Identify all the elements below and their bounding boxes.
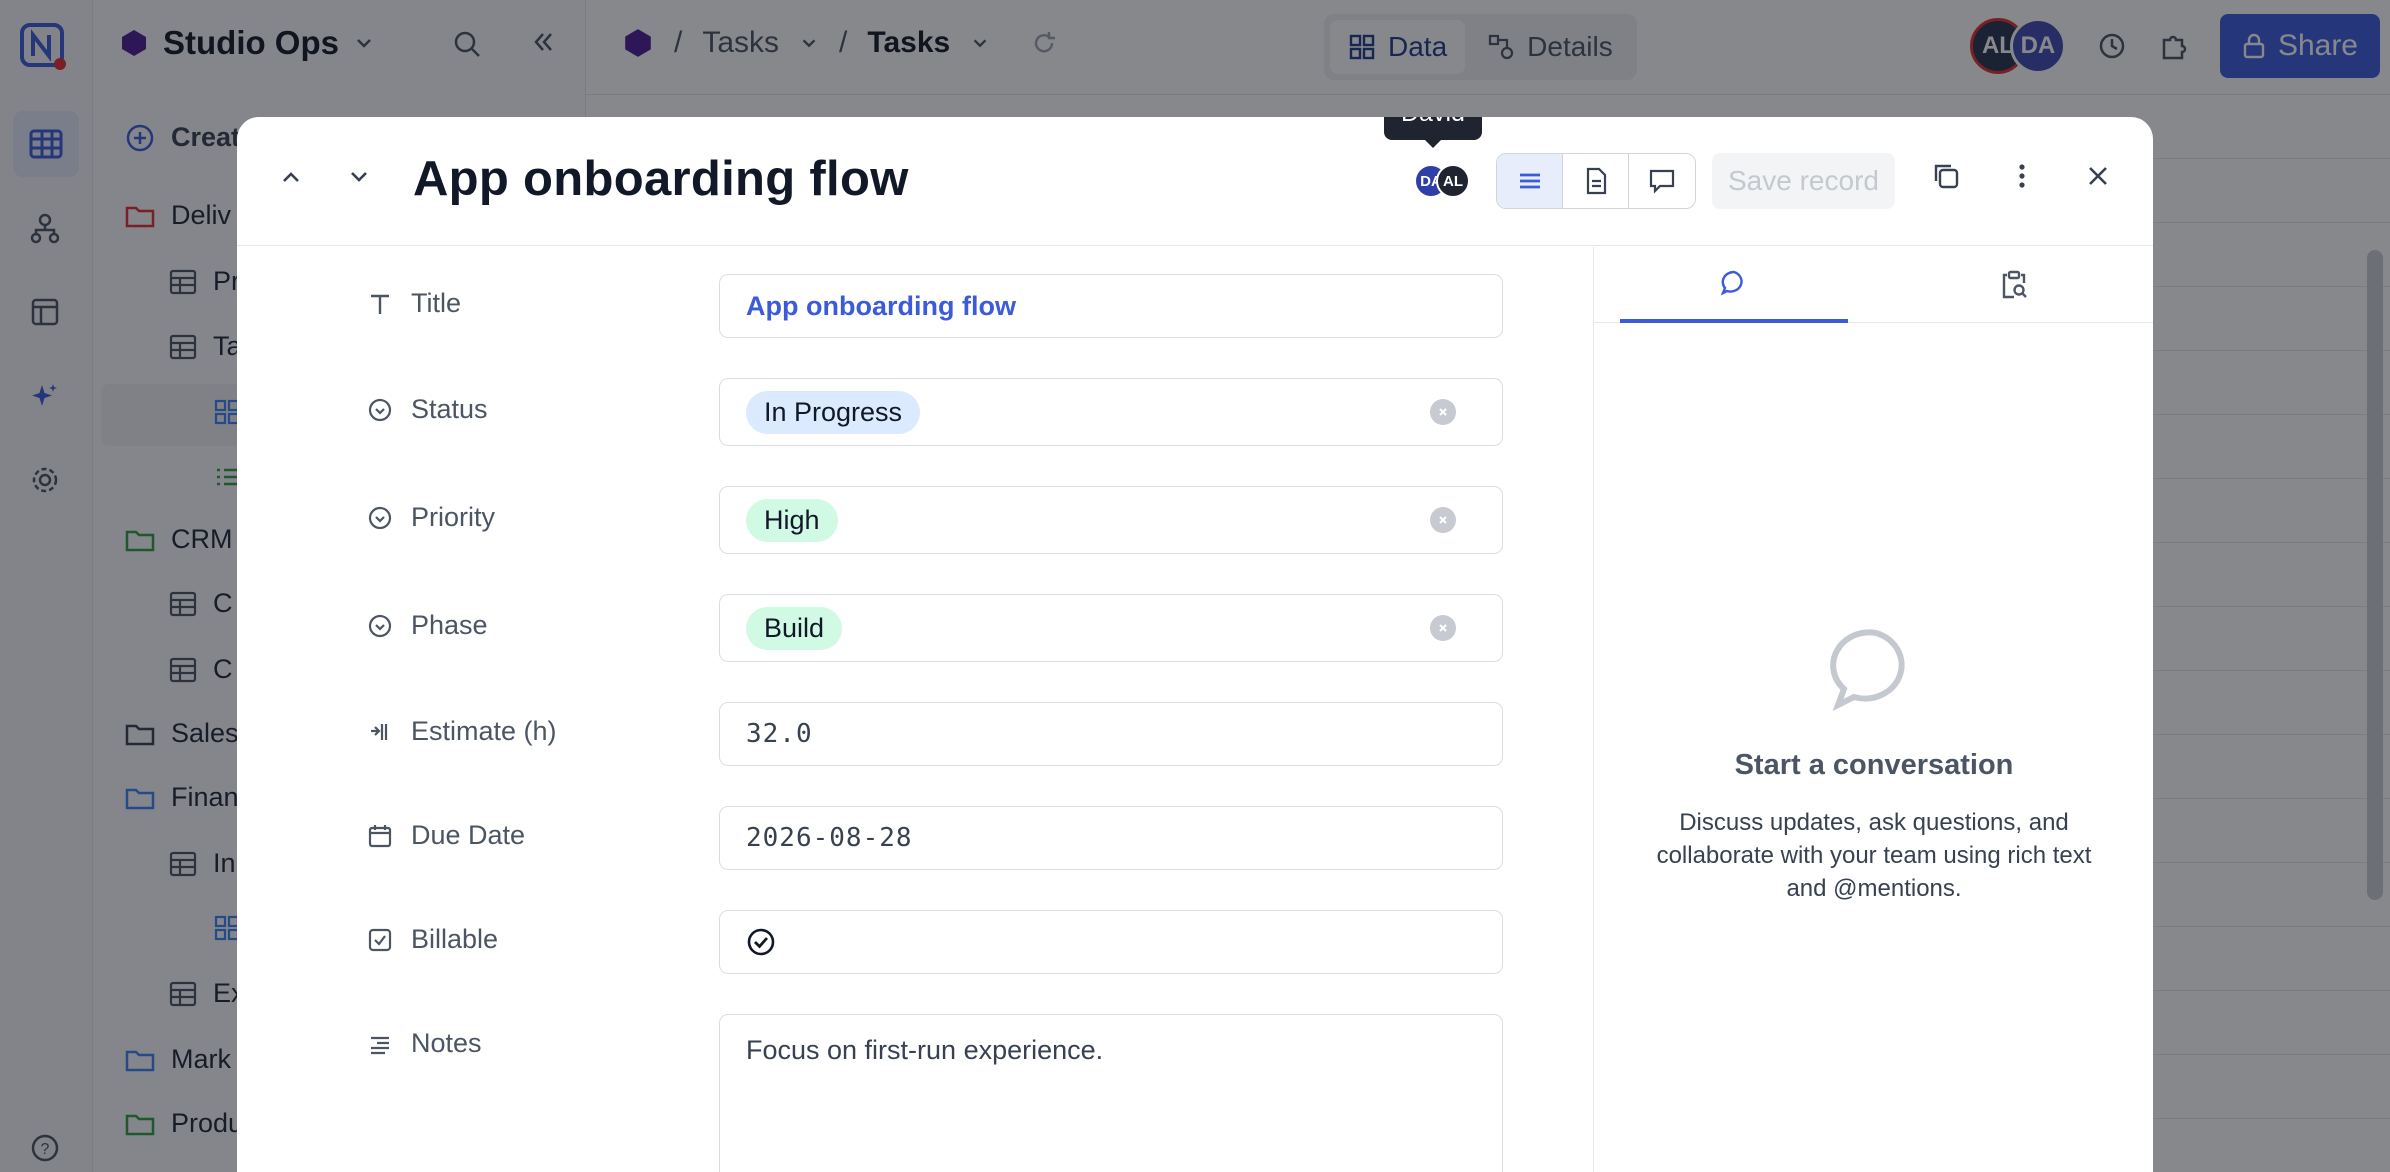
field-label-due-date: Due Date bbox=[367, 820, 525, 851]
field-label-estimate: Estimate (h) bbox=[367, 716, 557, 747]
field-label-billable: Billable bbox=[367, 924, 498, 955]
chevron-down-icon[interactable] bbox=[345, 163, 373, 191]
select-circle-icon bbox=[368, 506, 392, 529]
text-type-icon bbox=[371, 294, 389, 314]
long-text-icon bbox=[371, 1036, 389, 1054]
clear-icon[interactable] bbox=[1430, 399, 1456, 425]
calendar-icon bbox=[368, 824, 392, 847]
record-title: App onboarding flow bbox=[413, 152, 909, 206]
billable-toggle[interactable] bbox=[719, 910, 1503, 974]
comment-icon bbox=[1649, 169, 1675, 194]
comment-bubble-icon bbox=[1720, 270, 1743, 296]
check-circle-icon bbox=[747, 928, 775, 956]
title-field[interactable]: App onboarding flow bbox=[719, 274, 1503, 338]
empty-state-title: Start a conversation bbox=[1734, 749, 2014, 781]
clear-icon[interactable] bbox=[1430, 507, 1456, 533]
comments-empty-state: Start a conversation Discuss updates, as… bbox=[1594, 627, 2153, 905]
clipboard-search-icon bbox=[2002, 270, 2027, 299]
close-icon[interactable] bbox=[2083, 161, 2113, 191]
checkbox-icon bbox=[368, 928, 392, 951]
record-view-toggle bbox=[1496, 153, 1696, 209]
phase-chip: Build bbox=[746, 606, 843, 650]
priority-select[interactable]: High bbox=[719, 486, 1503, 554]
comments-panel: Start a conversation Discuss updates, as… bbox=[1593, 247, 2153, 1172]
clear-icon[interactable] bbox=[1430, 615, 1456, 641]
field-label-notes: Notes bbox=[367, 1028, 482, 1059]
tab-activity-audit[interactable] bbox=[1900, 247, 2128, 323]
phase-select[interactable]: Build bbox=[719, 594, 1503, 662]
chevron-up-icon[interactable] bbox=[277, 163, 305, 191]
record-modal: App onboarding flow DA AL Save record Ti… bbox=[237, 117, 2153, 1172]
save-record-button[interactable]: Save record bbox=[1712, 153, 1895, 209]
status-chip: In Progress bbox=[746, 390, 921, 434]
more-options-icon[interactable] bbox=[2007, 161, 2037, 191]
field-label-status: Status bbox=[367, 394, 488, 425]
modal-header: App onboarding flow DA AL Save record bbox=[237, 117, 2153, 246]
avatar[interactable]: AL bbox=[1436, 164, 1470, 198]
field-label-phase: Phase bbox=[367, 610, 488, 641]
field-label-priority: Priority bbox=[367, 502, 495, 533]
lines-icon bbox=[1519, 173, 1540, 189]
record-form: Title App onboarding flow Status In Prog… bbox=[237, 247, 1593, 1172]
duplicate-icon[interactable] bbox=[1931, 161, 1961, 191]
priority-chip: High bbox=[746, 498, 838, 542]
number-icon bbox=[371, 723, 388, 740]
comments-view-button[interactable] bbox=[1629, 154, 1695, 208]
panel-tabs bbox=[1594, 247, 2153, 323]
comment-bubble-icon bbox=[1830, 629, 1905, 712]
document-view-button[interactable] bbox=[1563, 154, 1629, 208]
tab-comments[interactable] bbox=[1620, 247, 1848, 323]
form-view-button[interactable] bbox=[1497, 154, 1563, 208]
avatar-tooltip: David bbox=[1384, 117, 1482, 148]
document-icon bbox=[1586, 167, 1606, 195]
notes-textarea[interactable]: Focus on first-run experience. bbox=[719, 1014, 1503, 1172]
select-circle-icon bbox=[368, 398, 392, 421]
estimate-input[interactable]: 32.0 bbox=[719, 702, 1503, 766]
select-circle-icon bbox=[368, 614, 392, 637]
field-label-title: Title bbox=[367, 288, 461, 319]
due-date-input[interactable]: 2026-08-28 bbox=[719, 806, 1503, 870]
status-select[interactable]: In Progress bbox=[719, 378, 1503, 446]
empty-state-text: Discuss updates, ask questions, and coll… bbox=[1656, 809, 2092, 902]
